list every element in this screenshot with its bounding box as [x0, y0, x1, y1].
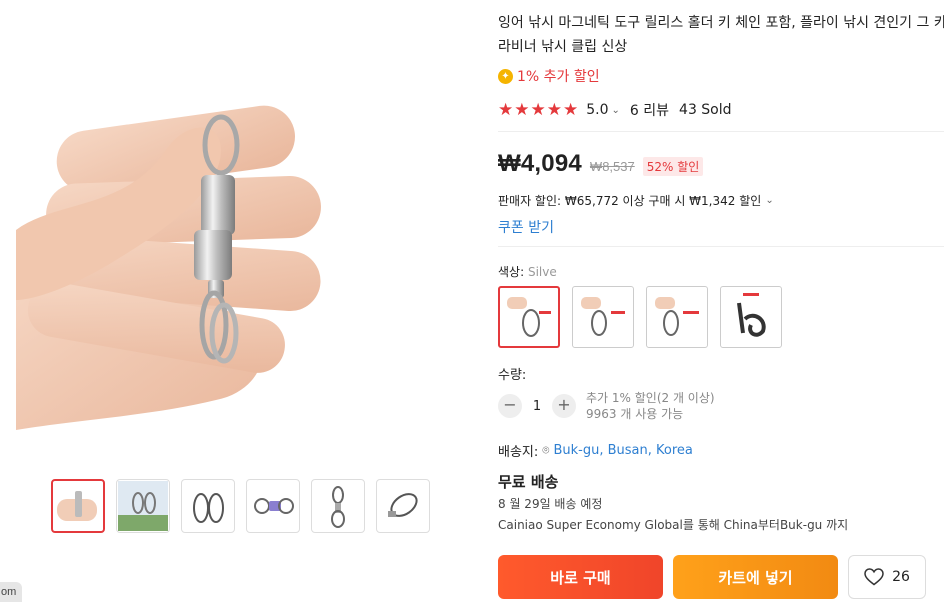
heart-icon [864, 568, 884, 586]
review-count[interactable]: 6 리뷰 [630, 100, 669, 120]
color-option-4[interactable] [720, 286, 782, 348]
divider [498, 246, 944, 247]
discount-badge: 52% 할인 [642, 157, 704, 176]
swatch-image [655, 297, 699, 336]
shipping-location-link[interactable]: Buk-gu, Busan, Korea [553, 443, 692, 458]
bulk-discount-note: 추가 1% 할인(2 개 이상) [586, 391, 715, 405]
add-to-cart-button[interactable]: 카트에 넣기 [673, 555, 838, 599]
location-pin-icon: ⌾ [542, 443, 550, 457]
free-shipping: 무료 배송 [498, 473, 559, 491]
shipping-carrier: Cainiao Super Economy Global를 통해 China부터… [498, 518, 849, 532]
thumbnail-4[interactable] [246, 479, 300, 533]
rating-value[interactable]: 5.0 [586, 102, 608, 118]
extra-discount-text: 1% 추가 할인 [517, 69, 600, 85]
thumbnail-swivel-parts-image [254, 498, 294, 514]
color-label-text: 색상: [498, 265, 525, 279]
thumbnail-6[interactable] [376, 479, 430, 533]
star-icon: ★ [530, 100, 546, 120]
color-option-1[interactable] [498, 286, 560, 348]
hand-holding-swivel-image [16, 105, 321, 430]
rating-row: ★ ★ ★ ★ ★ 5.0 ⌄ 6 리뷰 43 Sold [498, 100, 732, 120]
coin-icon: ✦ [498, 68, 513, 84]
thumbnail-5[interactable] [311, 479, 365, 533]
quantity-note: 추가 1% 할인(2 개 이상) 9963 개 사용 가능 [586, 390, 715, 422]
thumbnail-outdoor-image [118, 481, 168, 531]
quantity-increase-button[interactable]: + [552, 394, 576, 418]
seller-discount[interactable]: 판매자 할인: ₩65,772 이상 구매 시 ₩1,342 할인 ⌄ [498, 192, 784, 209]
thumbnail-strip [51, 479, 430, 533]
swatch-image [737, 293, 766, 337]
quantity-label: 수량: [498, 368, 527, 383]
swatch-image [507, 297, 551, 337]
buy-now-button[interactable]: 바로 구매 [498, 555, 663, 599]
quantity-value[interactable]: 1 [522, 399, 552, 414]
star-icon: ★ [498, 100, 514, 120]
site-tag: om [0, 582, 22, 602]
chevron-down-icon[interactable]: ⌄ [612, 105, 620, 116]
star-icon: ★ [514, 100, 530, 120]
thumbnail-clip-detail-image [331, 486, 345, 528]
wishlist-count: 26 [892, 569, 910, 585]
color-swatches [498, 286, 782, 348]
thumbnail-3[interactable] [181, 479, 235, 533]
divider [498, 131, 944, 132]
thumbnail-hand-image [57, 491, 97, 521]
thumbnail-clips-image [193, 493, 224, 523]
thumbnail-carabiner-image [388, 493, 418, 517]
star-icon: ★ [563, 100, 579, 120]
extra-discount-badge: ✦ 1% 추가 할인 [498, 66, 600, 86]
swatch-image [581, 297, 625, 336]
product-info-panel: 잉어 낚시 마그네틱 도구 릴리스 홀더 키 체인 포함, 플라이 낚시 견인기… [498, 0, 944, 602]
product-title: 잉어 낚시 마그네틱 도구 릴리스 홀더 키 체인 포함, 플라이 낚시 견인기… [498, 15, 944, 55]
chevron-down-icon: ⌄ [765, 195, 774, 206]
sold-count: 43 Sold [679, 102, 732, 118]
original-price: ₩8,537 [589, 159, 635, 174]
thumbnail-1[interactable] [51, 479, 105, 533]
price-row: ₩4,094 ₩8,537 52% 할인 [498, 150, 704, 178]
color-option-3[interactable] [646, 286, 708, 348]
shipping-destination: 배송지: ⌾ Buk-gu, Busan, Korea [498, 441, 693, 460]
selected-color: Silve [527, 265, 557, 279]
current-price: ₩4,094 [498, 150, 582, 177]
wishlist-button[interactable]: 26 [848, 555, 926, 599]
color-option-2[interactable] [572, 286, 634, 348]
shipping-label: 배송지: [498, 445, 539, 460]
get-coupon-link[interactable]: 쿠폰 받기 [498, 217, 554, 237]
star-rating: ★ ★ ★ ★ ★ [498, 101, 578, 119]
delivery-estimate: 8 월 29일 배송 예정 [498, 497, 603, 511]
quantity-decrease-button[interactable]: − [498, 394, 522, 418]
quantity-stepper: − 1 + 추가 1% 할인(2 개 이상) 9963 개 사용 가능 [498, 390, 715, 422]
main-product-image[interactable] [16, 0, 482, 464]
seller-discount-text: 판매자 할인: ₩65,772 이상 구매 시 ₩1,342 할인 [498, 194, 762, 208]
star-icon: ★ [546, 100, 562, 120]
color-label: 색상: Silve [498, 263, 557, 280]
thumbnail-2[interactable] [116, 479, 170, 533]
available-stock: 9963 개 사용 가능 [586, 407, 684, 421]
